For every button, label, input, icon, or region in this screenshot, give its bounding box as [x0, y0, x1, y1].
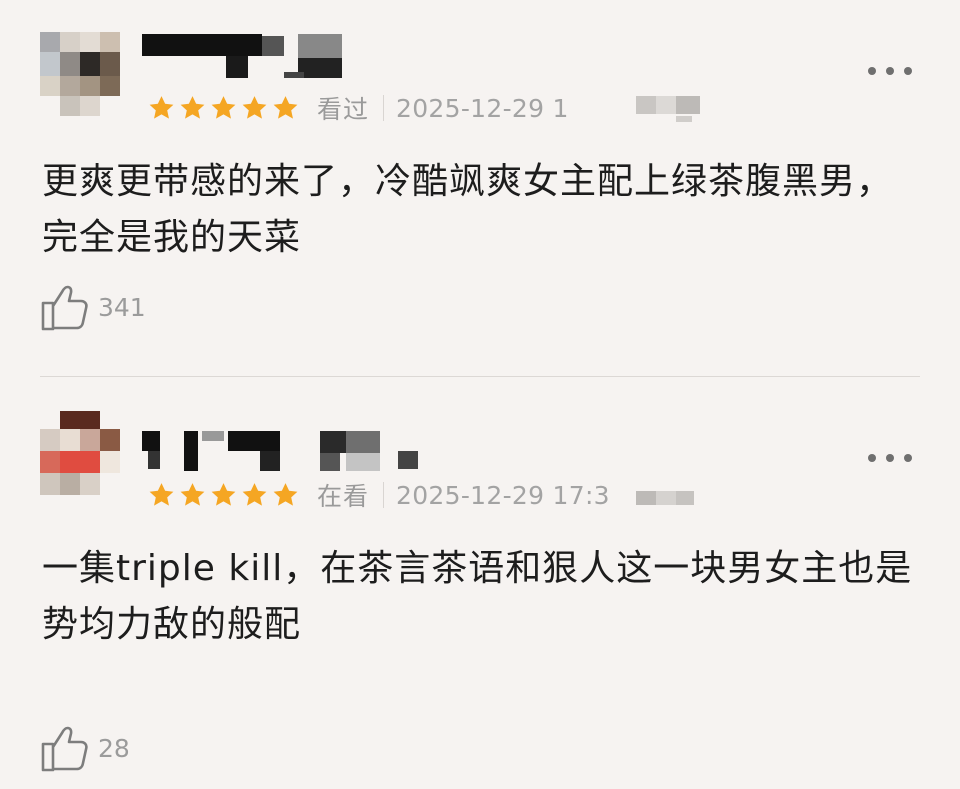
avatar[interactable] — [40, 411, 120, 495]
comment-time: 2025-12-29 17:3 — [396, 480, 610, 510]
username[interactable] — [142, 431, 422, 475]
thumbs-up-icon — [41, 285, 88, 331]
username[interactable] — [142, 34, 352, 80]
comment-text: 更爽更带感的来了，冷酷飒爽女主配上绿茶腹黑男，完全是我的天菜 — [42, 161, 894, 258]
comment-meta: 看过 2025-12-29 1 — [146, 93, 569, 124]
like-button[interactable]: 341 — [40, 282, 146, 332]
user-badge — [636, 96, 700, 126]
star-icon — [242, 96, 267, 119]
star-icon — [211, 483, 236, 506]
thumbs-up-icon — [41, 726, 88, 772]
like-button[interactable]: 28 — [40, 723, 130, 773]
comment-item: 看过 2025-12-29 1 更爽更带感的来了，冷酷飒爽女主配上绿茶腹黑男，完… — [0, 0, 960, 376]
meta-divider — [383, 482, 385, 508]
like-count: 28 — [98, 733, 130, 763]
watch-status: 看过 — [317, 95, 370, 124]
user-badge — [636, 491, 694, 511]
comment-time: 2025-12-29 1 — [396, 93, 569, 123]
more-dots-icon — [868, 67, 876, 75]
comment-item: 在看 2025-12-29 17:3 一集triple kill，在茶言茶语和狠… — [0, 377, 960, 789]
meta-divider — [383, 95, 385, 121]
comment-meta: 在看 2025-12-29 17:3 — [146, 480, 610, 511]
star-icon — [242, 483, 267, 506]
avatar[interactable] — [40, 32, 120, 116]
star-icon — [273, 96, 298, 119]
comment-text: 一集triple kill，在茶言茶语和狠人这一块男女主也是势均力敌的般配 — [42, 548, 913, 645]
star-icon — [149, 96, 174, 119]
star-icon — [211, 96, 236, 119]
more-options-button[interactable] — [868, 451, 912, 465]
star-icon — [180, 96, 205, 119]
more-options-button[interactable] — [868, 64, 912, 78]
star-icon — [273, 483, 298, 506]
star-icon — [149, 483, 174, 506]
more-dots-icon — [868, 454, 876, 462]
rating-stars — [146, 94, 301, 122]
star-icon — [180, 483, 205, 506]
watch-status: 在看 — [317, 482, 370, 511]
like-count: 341 — [98, 292, 146, 322]
rating-stars — [146, 481, 301, 509]
